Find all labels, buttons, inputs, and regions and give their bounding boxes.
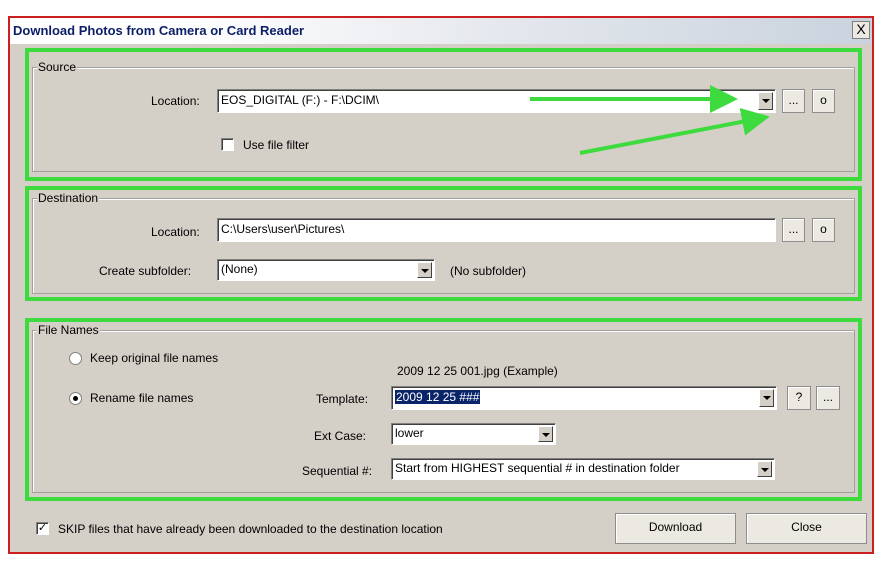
sequential-select[interactable]: Start from HIGHEST sequential # in desti… — [391, 458, 775, 480]
dialog-title: Download Photos from Camera or Card Read… — [13, 23, 305, 38]
checkmark-icon: ✓ — [37, 522, 48, 534]
template-browse-button[interactable]: ... — [816, 386, 840, 410]
skip-downloaded-label: SKIP files that have already been downlo… — [58, 522, 443, 536]
chevron-down-icon[interactable] — [758, 92, 773, 110]
subfolder-value: (None) — [221, 262, 258, 276]
source-group: Source — [32, 60, 855, 172]
source-location-value: EOS_DIGITAL (F:) - F:\DCIM\ — [221, 93, 380, 107]
subfolder-label: Create subfolder: — [99, 264, 192, 278]
file-filter-checkbox[interactable] — [221, 138, 234, 151]
subfolder-select[interactable]: (None) — [217, 259, 435, 281]
destination-location-input[interactable]: C:\Users\user\Pictures\ — [217, 218, 776, 242]
download-button[interactable]: Download — [615, 513, 736, 544]
template-help-button[interactable]: ? — [787, 386, 811, 410]
chevron-down-icon[interactable] — [759, 389, 774, 407]
destination-legend: Destination — [37, 191, 100, 205]
sequential-label: Sequential #: — [302, 464, 373, 478]
destination-open-button[interactable]: o — [812, 218, 835, 242]
source-location-label: Location: — [151, 94, 200, 108]
example-filename: 2009 12 25 001.jpg (Example) — [397, 364, 558, 378]
destination-location-label: Location: — [151, 225, 200, 239]
keep-names-label: Keep original file names — [90, 351, 219, 365]
skip-downloaded-checkbox[interactable]: ✓ — [36, 522, 49, 535]
source-location-combo[interactable]: EOS_DIGITAL (F:) - F:\DCIM\ — [217, 89, 776, 113]
sequential-value: Start from HIGHEST sequential # in desti… — [395, 461, 680, 475]
chevron-down-icon[interactable] — [757, 461, 772, 477]
chevron-down-icon[interactable] — [538, 426, 553, 442]
ext-case-label: Ext Case: — [314, 429, 367, 443]
template-value: 2009 12 25 ### — [395, 390, 481, 404]
ext-case-value: lower — [395, 426, 424, 440]
subfolder-hint: (No subfolder) — [450, 264, 527, 278]
rename-names-label: Rename file names — [90, 391, 194, 405]
template-label: Template: — [316, 392, 369, 406]
destination-browse-button[interactable]: ... — [782, 218, 805, 242]
template-combo[interactable]: 2009 12 25 ### — [391, 386, 777, 410]
title-bar: Download Photos from Camera or Card Read… — [10, 18, 872, 44]
ext-case-select[interactable]: lower — [391, 423, 556, 445]
file-filter-label: Use file filter — [243, 138, 310, 152]
download-photos-dialog: Download Photos from Camera or Card Read… — [8, 16, 874, 554]
destination-group: Destination — [32, 191, 855, 294]
file-names-legend: File Names — [37, 323, 100, 337]
keep-names-radio[interactable] — [69, 352, 82, 365]
close-button[interactable]: Close — [746, 513, 867, 544]
source-legend: Source — [37, 60, 78, 74]
rename-names-radio[interactable] — [69, 392, 82, 405]
source-browse-button[interactable]: ... — [782, 89, 805, 113]
close-icon[interactable]: X — [852, 21, 870, 39]
chevron-down-icon[interactable] — [417, 262, 432, 278]
source-open-button[interactable]: o — [812, 89, 835, 113]
